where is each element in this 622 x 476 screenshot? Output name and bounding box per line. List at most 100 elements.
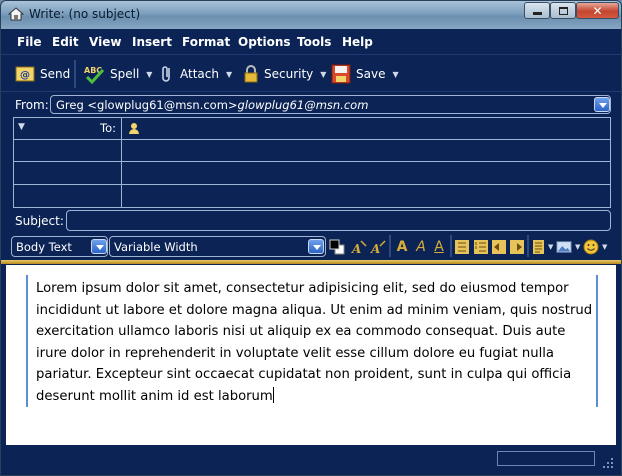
text-caret <box>272 386 274 403</box>
image-icon <box>556 241 572 253</box>
toolbar-separator <box>389 235 391 257</box>
title-bar[interactable]: Write: (no subject) ✕ <box>1 1 621 29</box>
send-icon: @ <box>15 66 35 82</box>
menu-view[interactable]: View <box>89 35 121 49</box>
to-label: To: <box>100 121 116 135</box>
from-dropdown-button[interactable] <box>594 97 610 112</box>
menu-options[interactable]: Options <box>238 35 291 49</box>
font-larger-icon: A <box>370 240 386 255</box>
message-body[interactable]: Lorem ipsum dolor sit amet, consectetur … <box>36 278 596 408</box>
smiley-icon <box>583 239 599 255</box>
recipient-list: ▼ To: <box>13 117 611 208</box>
indent-button[interactable] <box>509 239 525 255</box>
person-icon <box>129 123 139 134</box>
underline-button[interactable]: A <box>431 239 447 255</box>
chevron-down-icon[interactable]: ▼ <box>320 70 326 79</box>
numbered-list-button[interactable] <box>473 239 489 255</box>
increase-font-button[interactable]: A <box>370 239 386 255</box>
right-border-bar <box>596 275 598 407</box>
svg-text:A: A <box>370 242 380 255</box>
maximize-icon <box>558 6 568 15</box>
close-button[interactable]: ✕ <box>576 2 619 19</box>
font-select[interactable]: Variable Width <box>109 236 326 257</box>
toolbar-separator <box>527 235 529 257</box>
svg-text:@: @ <box>20 70 30 81</box>
chevron-down-icon[interactable]: ▼ <box>602 243 607 251</box>
resize-grip-icon[interactable] <box>601 456 615 470</box>
align-button[interactable] <box>531 239 547 255</box>
maximize-button[interactable] <box>550 2 576 19</box>
paragraph-style-dropdown[interactable] <box>91 239 107 254</box>
security-label: Security <box>264 67 314 81</box>
chevron-down-icon[interactable]: ▼ <box>226 70 232 79</box>
text-color-button[interactable] <box>329 239 345 255</box>
bold-button[interactable]: A <box>394 239 410 255</box>
from-value: Greg <glowplug61@msn.com>glowplug61@msn.… <box>56 98 369 112</box>
insert-smiley-button[interactable] <box>583 239 599 255</box>
color-swatch-icon <box>329 239 345 255</box>
spell-button[interactable]: ABC Spell ▼ <box>83 63 152 85</box>
left-border-bar <box>26 275 28 407</box>
chevron-down-icon[interactable]: ▼ <box>392 70 398 79</box>
chevron-down-icon[interactable]: ▼ <box>146 70 152 79</box>
chevron-down-icon[interactable]: ▼ <box>575 243 580 251</box>
svg-text:A: A <box>351 242 361 255</box>
window-title: Write: (no subject) <box>29 7 141 21</box>
outdent-button[interactable] <box>491 239 507 255</box>
format-bar-divider <box>1 260 621 264</box>
recipient-row-empty[interactable] <box>14 185 610 207</box>
decrease-font-button[interactable]: A <box>351 239 367 255</box>
format-toolbar: Body Text Variable Width A A A A A ▼ ▼ ▼ <box>1 234 621 260</box>
menu-tools[interactable]: Tools <box>297 35 331 49</box>
subject-label: Subject: <box>15 214 64 228</box>
menu-edit[interactable]: Edit <box>52 35 79 49</box>
spellcheck-icon: ABC <box>84 66 105 84</box>
floppy-disk-icon <box>331 64 351 84</box>
toolbar-separator <box>74 60 76 88</box>
message-body-text: Lorem ipsum dolor sit amet, consectetur … <box>36 281 593 404</box>
font-value: Variable Width <box>114 240 198 254</box>
send-button[interactable]: @ Send <box>15 63 70 85</box>
status-progress-box <box>497 451 595 466</box>
lock-icon <box>244 65 258 83</box>
underline-icon: A <box>434 239 444 255</box>
message-body-editor[interactable]: Lorem ipsum dolor sit amet, consectetur … <box>6 265 616 445</box>
minimize-button[interactable] <box>524 2 550 19</box>
compose-window: Write: (no subject) ✕ File Edit View Ins… <box>0 0 622 476</box>
italic-icon: A <box>416 239 426 255</box>
from-select[interactable]: Greg <glowplug61@msn.com>glowplug61@msn.… <box>50 95 611 114</box>
recipient-row-divider <box>14 139 610 140</box>
menu-file[interactable]: File <box>17 35 42 49</box>
send-label: Send <box>40 67 71 81</box>
house-icon <box>8 7 24 21</box>
menu-bar: File Edit View Insert Format Options Too… <box>1 29 621 55</box>
bulleted-list-button[interactable] <box>454 239 470 255</box>
attach-button[interactable]: Attach ▼ <box>159 63 232 85</box>
close-icon: ✕ <box>592 3 603 18</box>
attach-label: Attach <box>180 67 219 81</box>
outdent-icon <box>492 240 506 254</box>
toolbar: @ Send ABC Spell ▼ Attach ▼ Security ▼ S… <box>1 56 621 92</box>
from-label: From: <box>15 98 49 112</box>
menu-format[interactable]: Format <box>182 35 230 49</box>
menu-help[interactable]: Help <box>342 35 373 49</box>
paragraph-style-value: Body Text <box>16 240 72 254</box>
numbered-list-icon <box>474 240 488 254</box>
insert-image-button[interactable] <box>556 239 572 255</box>
chevron-down-icon[interactable]: ▼ <box>548 243 553 251</box>
paperclip-icon <box>162 66 170 82</box>
save-button[interactable]: Save ▼ <box>331 63 399 85</box>
font-dropdown[interactable] <box>308 239 324 254</box>
toolbar-separator <box>450 235 452 257</box>
recipient-row-empty[interactable] <box>14 162 610 183</box>
align-text-icon <box>533 240 544 254</box>
paragraph-style-select[interactable]: Body Text <box>11 236 108 257</box>
bold-icon: A <box>396 239 408 255</box>
recipient-type-select[interactable]: ▼ To: <box>14 118 121 139</box>
spell-label: Spell <box>110 67 140 81</box>
security-button[interactable]: Security ▼ <box>243 63 326 85</box>
to-input[interactable] <box>142 120 602 138</box>
subject-input[interactable] <box>66 210 611 231</box>
italic-button[interactable]: A <box>413 239 429 255</box>
menu-insert[interactable]: Insert <box>132 35 172 49</box>
